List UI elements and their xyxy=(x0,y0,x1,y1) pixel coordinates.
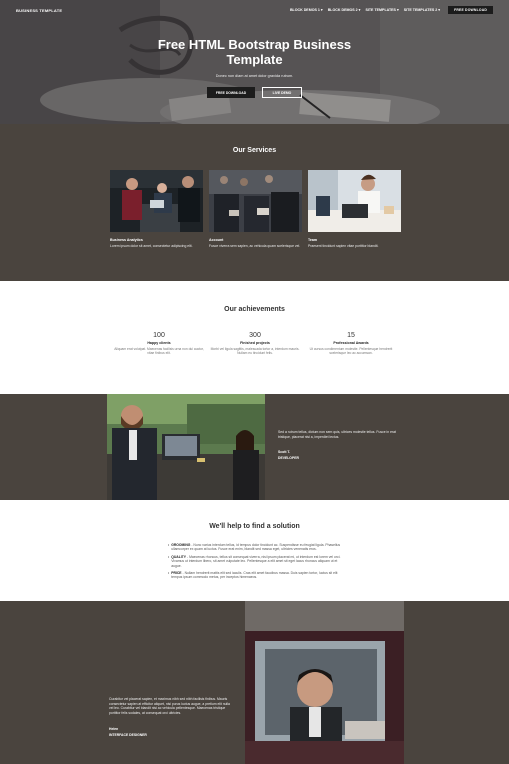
nav-free-download-button[interactable]: FREE DOWNLOAD xyxy=(448,6,493,14)
service-image-meeting xyxy=(110,170,203,232)
stat-professional-awards: 15 Professional Awards Ut cursus condime… xyxy=(303,332,399,355)
service-name: Business Analytics xyxy=(110,238,143,242)
hero-buttons: FREE DOWNLOAD LIVE DEMO xyxy=(0,87,509,98)
bullet-icon: • xyxy=(168,543,170,547)
stat-happy-clients: 100 Happy clients Aliquam erat volutpat.… xyxy=(111,332,207,355)
testimonial-author-name: Helen xyxy=(109,727,119,731)
list-item: • PRICE - Nullam hendrerit mattis elit s… xyxy=(168,571,338,580)
hero-title: Free HTML Bootstrap Business Template xyxy=(157,37,352,67)
testimonial-image-outdoor-meeting xyxy=(107,394,265,500)
service-card-business-analytics: Business Analytics Lorem ipsum dolor sit… xyxy=(110,170,203,248)
testimonial-author-role: DEVELOPER xyxy=(278,456,299,460)
service-card-team: Team Praesent tincidunt sapien vitae por… xyxy=(308,170,401,248)
hero-section: BUSINESS TEMPLATE BLOCK DEMOS 1 ▾ BLOCK … xyxy=(0,0,509,124)
hero-live-demo-button[interactable]: LIVE DEMO xyxy=(262,87,302,98)
stat-desc: Aliquam erat volutpat. Maecenas facilisi… xyxy=(114,347,204,356)
testimonial-author-role: INTERFACE DESIGNER xyxy=(109,733,147,737)
navbar: BUSINESS TEMPLATE BLOCK DEMOS 1 ▾ BLOCK … xyxy=(0,0,509,20)
stat-desc: Ut cursus condimentum molestie. Pellente… xyxy=(309,347,393,356)
stat-label: Professional Awards xyxy=(333,341,369,345)
bullet-icon: • xyxy=(168,554,170,559)
stat-number: 15 xyxy=(347,332,355,339)
list-item: • GROOMING - Nunc varius interdum tellus… xyxy=(168,543,341,552)
nav-item-site-templates[interactable]: SITE TEMPLATES ▾ xyxy=(365,8,398,12)
service-name: Team xyxy=(308,238,318,242)
solution-section: We'll help to find a solution • GROOMING… xyxy=(0,500,509,601)
solution-title: We'll help to find a solution xyxy=(209,523,300,530)
bullet-icon: • xyxy=(168,571,170,576)
services-title: Our Services xyxy=(232,147,277,154)
stat-label: Happy clients xyxy=(147,341,171,345)
testimonial-quote: Curabitur vel placerat sapien, et maximu… xyxy=(109,697,230,715)
service-desc: Praesent tincidunt sapien vitae porttito… xyxy=(308,244,379,248)
hero-download-button[interactable]: FREE DOWNLOAD xyxy=(207,87,255,98)
testimonial-quote: Sed a rutrum tellus, dictum non sem quis… xyxy=(278,430,396,439)
service-card-account: Account Fusce viverra sem sapien, ac veh… xyxy=(209,170,302,248)
stat-number: 100 xyxy=(153,332,165,339)
services-section: Our Services Business Analytics Lorem ip… xyxy=(0,124,509,281)
nav-item-site-templates-2[interactable]: SITE TEMPLATES 2 ▾ xyxy=(404,8,440,12)
nav-menu: BLOCK DEMOS 1 ▾ BLOCK DEMOS 2 ▾ SITE TEM… xyxy=(290,6,493,14)
service-desc: Fusce viverra sem sapien, ac vehicula qu… xyxy=(209,244,301,248)
stat-desc: Morbi vel ligula sagittis, malesuada tor… xyxy=(210,347,300,356)
stat-finished-projects: 300 Finished projects Morbi vel ligula s… xyxy=(207,332,303,355)
testimonial-section-2: Curabitur vel placerat sapien, et maximu… xyxy=(0,601,509,764)
service-desc: Lorem ipsum dolor sit amet, consectetur … xyxy=(110,244,193,248)
solution-list: • GROOMING - Nunc varius interdum tellus… xyxy=(168,543,348,583)
testimonial-section-1: Sed a rutrum tellus, dictum non sem quis… xyxy=(0,394,509,500)
stat-number: 300 xyxy=(249,332,261,339)
hero-subtitle: Donec non diam at amet dolor gravida rut… xyxy=(215,74,294,78)
achievements-section: Our achievements 100 Happy clients Aliqu… xyxy=(0,281,509,394)
testimonial-author-name: Scott T. xyxy=(278,450,291,454)
brand-logo[interactable]: BUSINESS TEMPLATE xyxy=(16,8,62,13)
achievements-title: Our achievements xyxy=(224,306,285,313)
service-image-laptop-woman xyxy=(308,170,401,232)
nav-item-block-demos-2[interactable]: BLOCK DEMOS 2 ▾ xyxy=(328,8,361,12)
list-item: • QUALITY - Maecenas rhoncus, tellus sit… xyxy=(168,554,341,568)
testimonial-image-man-in-car xyxy=(245,601,404,764)
nav-item-block-demos-1[interactable]: BLOCK DEMOS 1 ▾ xyxy=(290,8,323,12)
service-image-conference xyxy=(209,170,302,232)
service-name: Account xyxy=(209,238,224,242)
stat-label: Finished projects xyxy=(240,341,270,345)
